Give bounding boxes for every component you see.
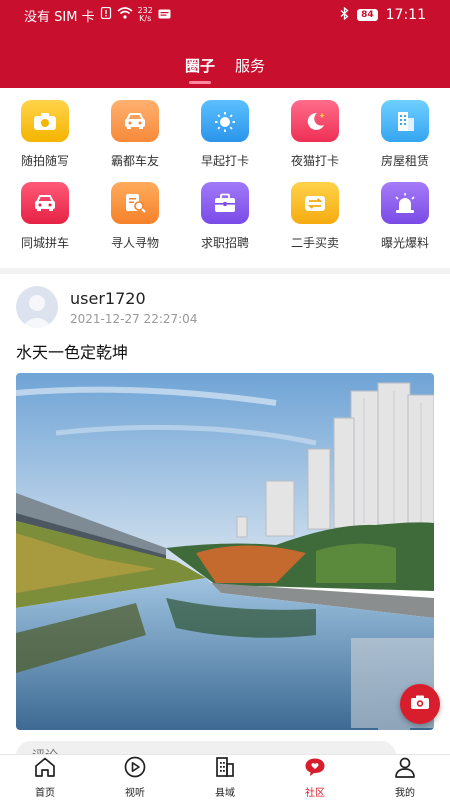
status-bar: 没有 SIM 卡 232 K/s 84 17:11 bbox=[0, 0, 450, 30]
app-header: 没有 SIM 卡 232 K/s 84 17:11 圈子 服务 bbox=[0, 0, 450, 88]
bluetooth-icon bbox=[340, 6, 349, 24]
nav-item-community[interactable]: 社区 bbox=[270, 755, 360, 800]
nav-item-county[interactable]: 县域 bbox=[180, 755, 270, 800]
category-label: 早起打卡 bbox=[200, 154, 249, 168]
post-photo[interactable] bbox=[16, 373, 434, 730]
county-building-icon bbox=[213, 756, 237, 782]
category-label: 房屋租赁 bbox=[380, 154, 429, 168]
exchange-icon bbox=[291, 182, 339, 224]
category-item-early-checkin[interactable]: 早起打卡 bbox=[180, 100, 270, 182]
category-label: 随拍随写 bbox=[20, 154, 69, 168]
clock: 17:11 bbox=[385, 7, 426, 23]
tab-circle[interactable]: 圈子 bbox=[185, 55, 215, 84]
sim-alert-icon bbox=[100, 6, 112, 23]
post-username[interactable]: user1720 bbox=[70, 289, 146, 308]
nav-label: 我的 bbox=[395, 788, 415, 799]
car-icon bbox=[21, 182, 69, 224]
notification-icon bbox=[158, 8, 171, 23]
category-item-snapshot[interactable]: 随拍随写 bbox=[0, 100, 90, 182]
category-item-exposure[interactable]: 曝光爆料 bbox=[360, 182, 450, 264]
tab-services[interactable]: 服务 bbox=[235, 55, 265, 84]
post-title: 水天一色定乾坤 bbox=[16, 343, 129, 362]
alarm-icon bbox=[381, 182, 429, 224]
category-label: 霸都车友 bbox=[110, 154, 159, 168]
building-icon bbox=[381, 100, 429, 142]
category-item-jobs[interactable]: 求职招聘 bbox=[180, 182, 270, 264]
moon-icon bbox=[291, 100, 339, 142]
category-item-night-checkin[interactable]: 夜猫打卡 bbox=[270, 100, 360, 182]
category-item-lost-found[interactable]: 寻人寻物 bbox=[90, 182, 180, 264]
category-label: 夜猫打卡 bbox=[290, 154, 339, 168]
search-doc-icon bbox=[111, 182, 159, 224]
category-grid-card: 随拍随写 霸都车友 早起打卡 夜猫打卡 房屋租赁 同城拼车 寻人寻物 求职招聘 … bbox=[0, 88, 450, 268]
nav-item-profile[interactable]: 我的 bbox=[360, 755, 450, 800]
play-icon bbox=[123, 756, 147, 782]
nav-label: 首页 bbox=[35, 788, 55, 799]
category-item-carpool[interactable]: 同城拼车 bbox=[0, 182, 90, 264]
briefcase-icon bbox=[201, 182, 249, 224]
camera-fab-button[interactable] bbox=[400, 684, 440, 724]
network-speed: 232 K/s bbox=[138, 7, 153, 23]
category-item-secondhand[interactable]: 二手买卖 bbox=[270, 182, 360, 264]
camera-icon bbox=[410, 694, 430, 714]
bottom-nav: 首页 视听 县域 社区 我的 bbox=[0, 754, 450, 800]
nav-label: 县域 bbox=[215, 788, 235, 799]
post-timestamp: 2021-12-27 22:27:04 bbox=[70, 312, 198, 326]
category-grid: 随拍随写 霸都车友 早起打卡 夜猫打卡 房屋租赁 同城拼车 寻人寻物 求职招聘 … bbox=[0, 88, 450, 264]
nav-label: 社区 bbox=[305, 788, 325, 799]
home-icon bbox=[33, 756, 57, 782]
category-label: 同城拼车 bbox=[20, 236, 69, 250]
community-chat-icon bbox=[303, 756, 327, 782]
profile-icon bbox=[393, 756, 417, 782]
category-item-housing-rental[interactable]: 房屋租赁 bbox=[360, 100, 450, 182]
carrier-label: 没有 SIM 卡 bbox=[24, 9, 95, 25]
avatar[interactable] bbox=[16, 286, 58, 328]
category-label: 曝光爆料 bbox=[380, 236, 429, 250]
category-item-car-club[interactable]: 霸都车友 bbox=[90, 100, 180, 182]
nav-label: 视听 bbox=[125, 788, 145, 799]
camera-icon bbox=[21, 100, 69, 142]
battery-indicator: 84 bbox=[357, 9, 378, 21]
nav-item-home[interactable]: 首页 bbox=[0, 755, 90, 800]
sun-icon bbox=[201, 100, 249, 142]
post-card: user1720 2021-12-27 22:27:04 水天一色定乾坤 bbox=[0, 274, 450, 771]
nav-item-video[interactable]: 视听 bbox=[90, 755, 180, 800]
network-speed-unit: K/s bbox=[139, 14, 152, 23]
top-tabs: 圈子 服务 bbox=[0, 55, 450, 84]
wifi-icon bbox=[117, 7, 133, 23]
category-label: 二手买卖 bbox=[290, 236, 339, 250]
category-label: 求职招聘 bbox=[200, 236, 249, 250]
category-label: 寻人寻物 bbox=[110, 236, 159, 250]
car-icon bbox=[111, 100, 159, 142]
